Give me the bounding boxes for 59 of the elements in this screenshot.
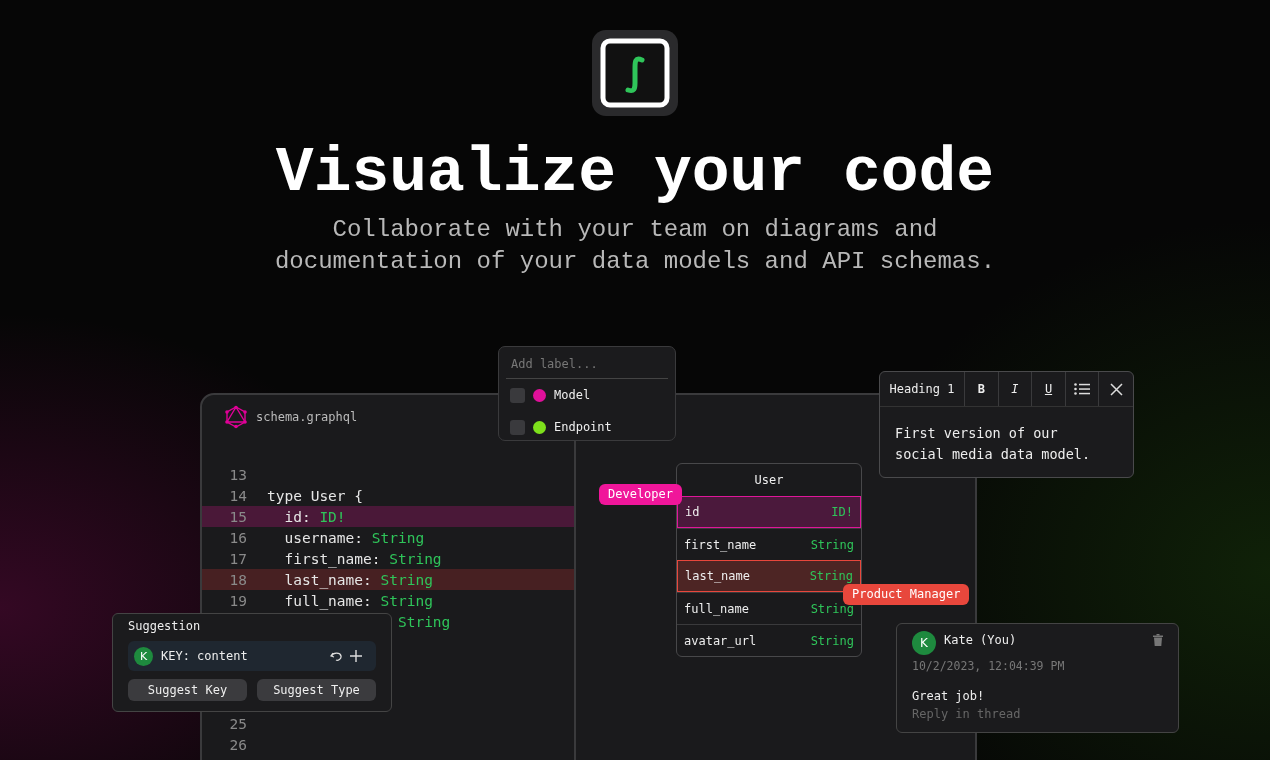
- line-number: 17: [228, 550, 247, 567]
- label-name[interactable]: Endpoint: [554, 420, 612, 434]
- field-type: String: [810, 633, 854, 648]
- line-number: 25: [228, 715, 247, 732]
- field-type: ID!: [831, 505, 853, 519]
- subtitle-line: documentation of your data models and API schemas.: [274, 247, 996, 277]
- underline-button[interactable]: U: [1032, 372, 1066, 406]
- undo-icon[interactable]: [330, 650, 342, 662]
- headline: Visualize your code: [275, 137, 995, 211]
- code-line: last_name: String: [283, 571, 433, 588]
- label-input[interactable]: Add label...: [506, 355, 668, 373]
- comment-text: Great job!: [912, 689, 986, 703]
- avatar: K: [912, 631, 936, 655]
- suggest-button[interactable]: Suggest Type: [257, 679, 376, 701]
- table-title: User: [753, 472, 785, 489]
- line-number: 19: [228, 592, 247, 609]
- line-number: 26: [228, 736, 247, 753]
- comment-time: 10/2/2023, 12:04:39 PM: [912, 659, 1066, 673]
- file-name: schema.graphql: [256, 410, 358, 424]
- line-number: 14: [228, 487, 247, 504]
- code-line: first_name: String: [283, 550, 442, 567]
- trash-icon[interactable]: [1153, 634, 1163, 646]
- app-logo-icon: [592, 30, 678, 116]
- line-number: 15: [228, 508, 247, 525]
- field-name: full_name: [684, 601, 750, 616]
- checkbox[interactable]: [510, 387, 525, 403]
- user-tag: Developer: [599, 484, 683, 505]
- code-line: id: ID!: [283, 508, 346, 525]
- code-line: full_name: String: [283, 592, 433, 609]
- field-name: last_name: [685, 569, 751, 583]
- code-line: username: String: [283, 529, 425, 546]
- suggest-button[interactable]: Suggest Key: [128, 679, 247, 701]
- field-name: first_name: [684, 537, 757, 552]
- bold-button[interactable]: B: [965, 372, 999, 406]
- italic-button[interactable]: I: [998, 372, 1033, 406]
- line-number: 16: [228, 529, 247, 546]
- code-line: String: [397, 613, 451, 630]
- list-icon: [1074, 383, 1091, 395]
- graphql-icon: [224, 405, 248, 429]
- code-line: type User {: [267, 487, 364, 504]
- note-text: First version of our social media data model.: [894, 424, 1092, 464]
- field-type: String: [810, 537, 854, 552]
- field-name: id: [685, 505, 700, 519]
- field-type: String: [809, 569, 853, 583]
- checkbox[interactable]: [510, 419, 525, 435]
- line-number: 13: [228, 466, 247, 483]
- close-icon: [1109, 382, 1123, 396]
- avatar: K: [134, 646, 153, 666]
- suggestion-text: KEY: content: [161, 649, 249, 663]
- plus-icon[interactable]: [350, 650, 362, 662]
- field-name: avatar_url: [684, 633, 757, 648]
- label-name[interactable]: Model: [554, 388, 591, 402]
- label-search-field[interactable]: Add label...: [506, 351, 668, 379]
- popup-title: Suggestion: [128, 619, 202, 635]
- heading-dropdown[interactable]: Heading 1: [880, 372, 965, 406]
- line-number: 18: [228, 571, 247, 588]
- comment-author: Kate (You): [944, 633, 1018, 647]
- user-tag: Product Manager: [843, 584, 970, 605]
- subtitle-line: Collaborate with your team on diagrams and: [332, 215, 938, 245]
